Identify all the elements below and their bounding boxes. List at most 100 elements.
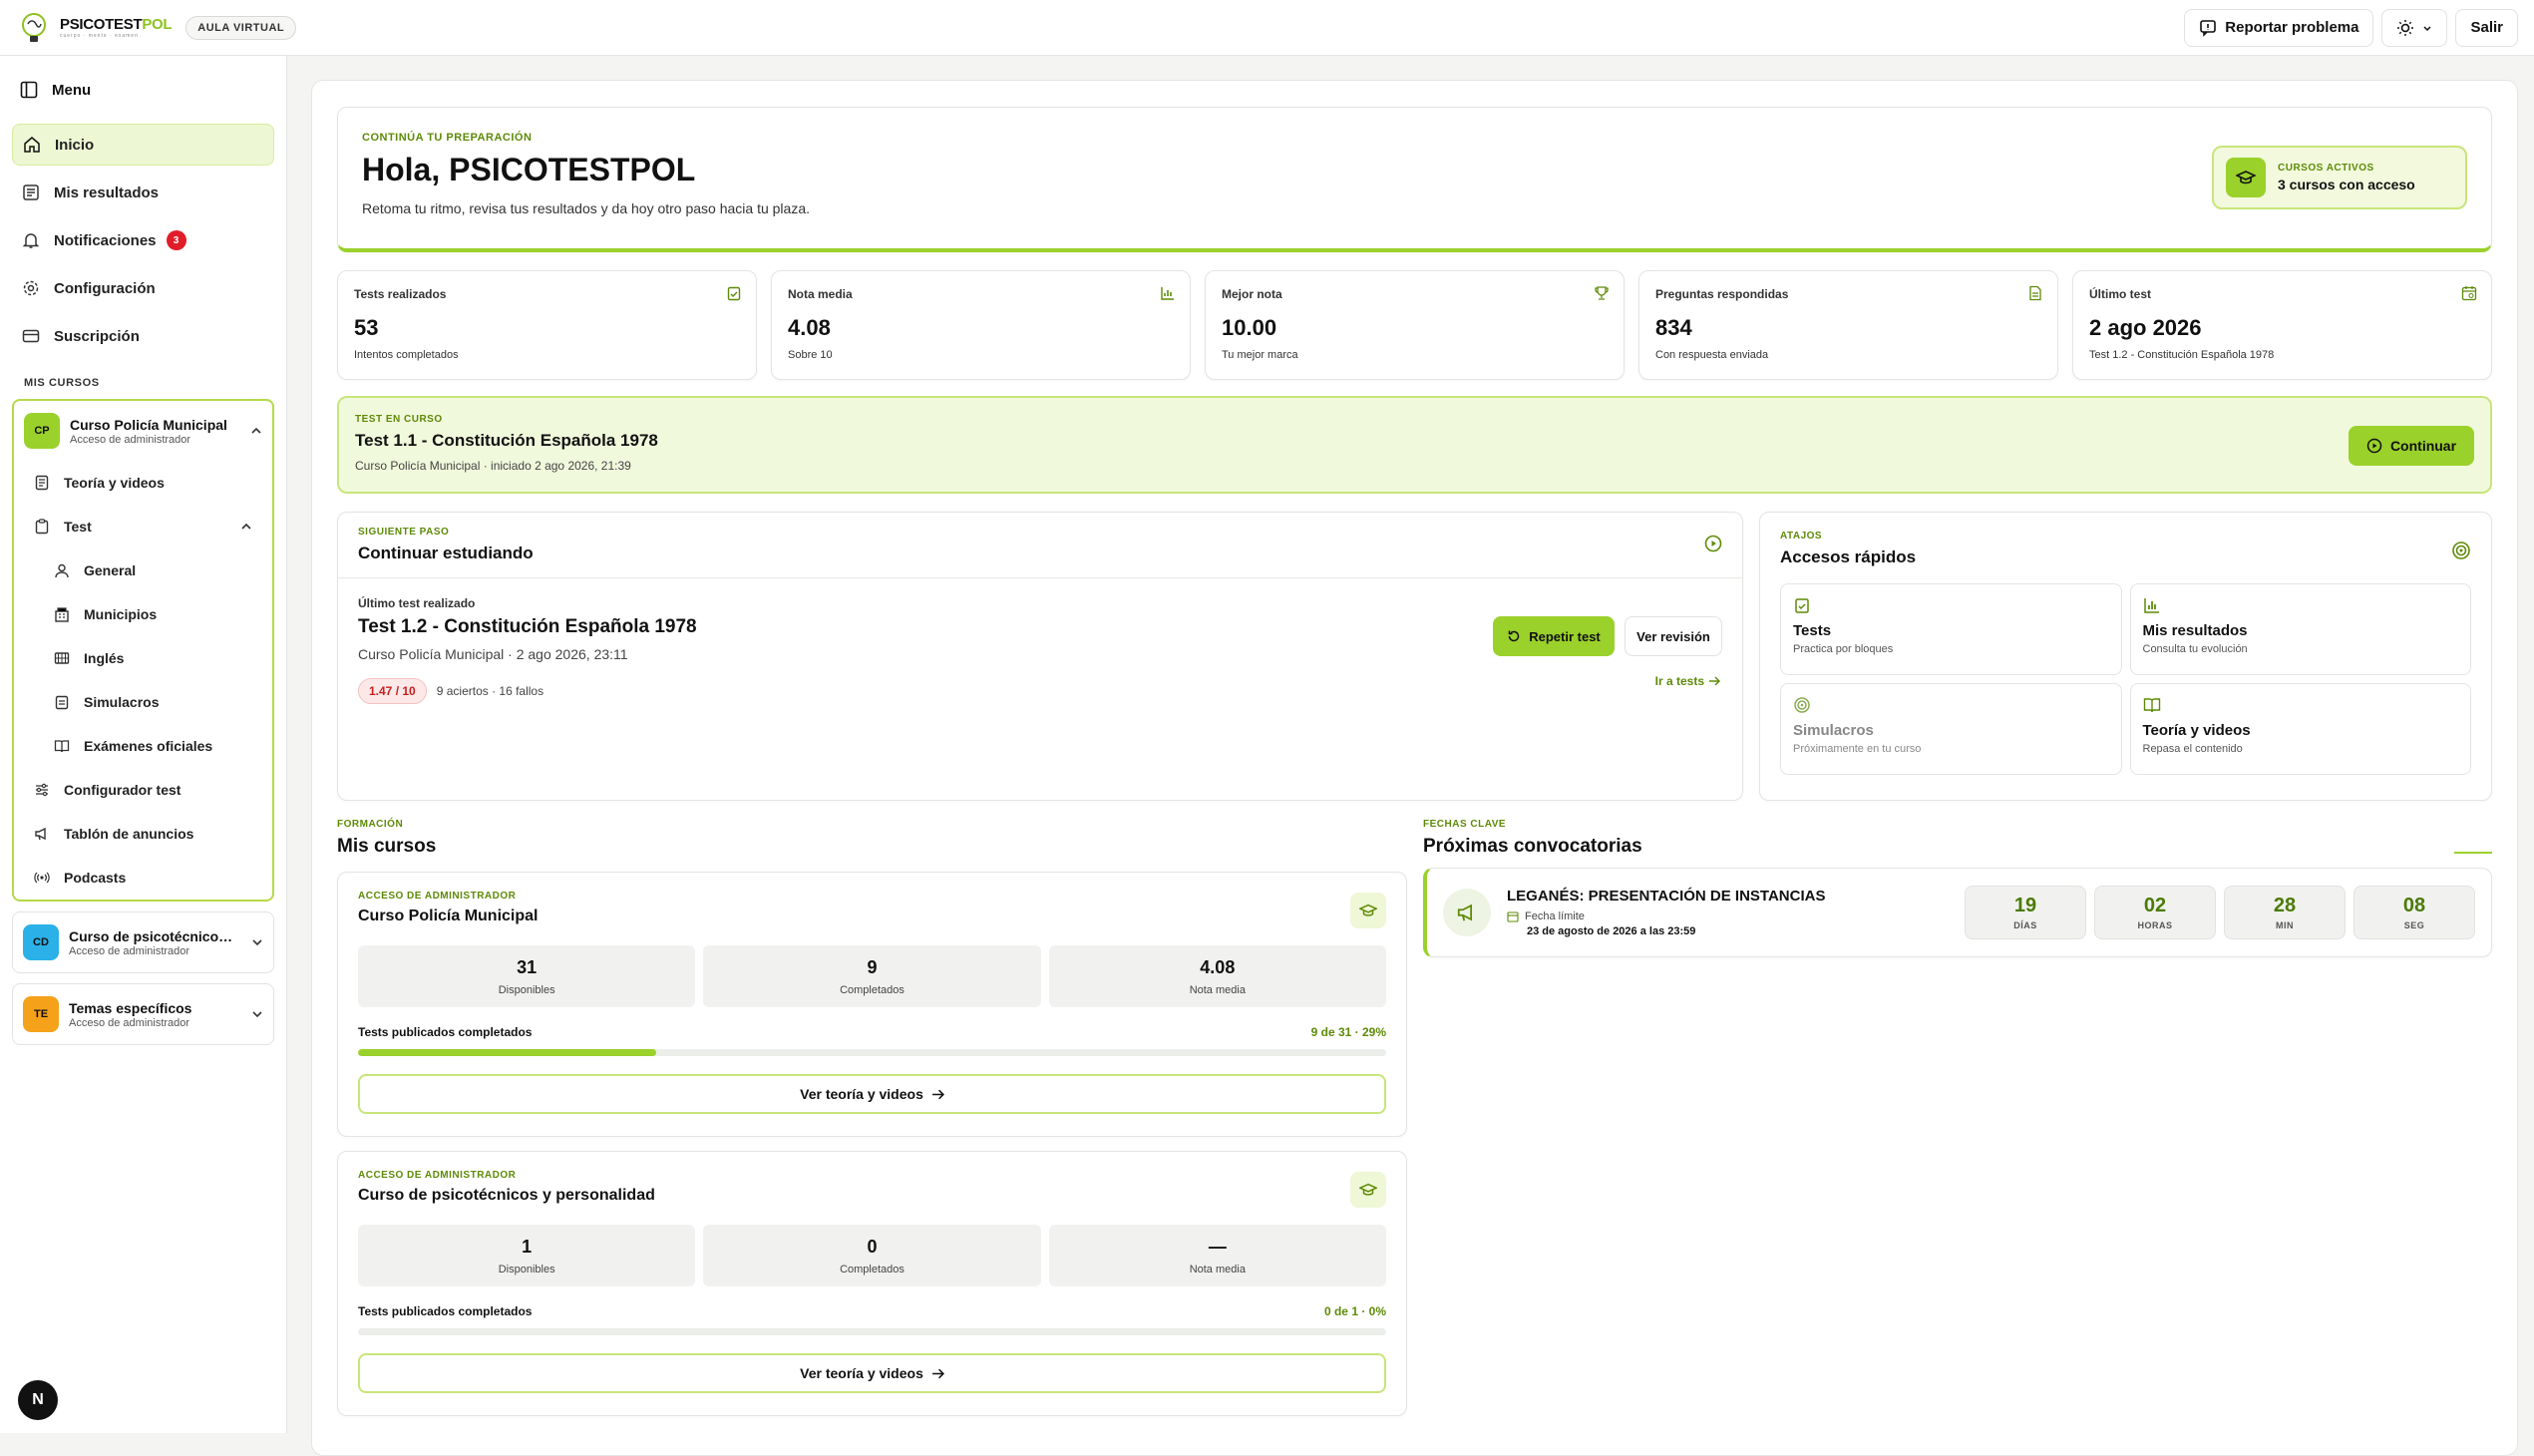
stat-card-questions: Preguntas respondidas 834 Con respuesta … [1638, 270, 2058, 380]
sidebar-item-podcasts[interactable]: Podcasts [14, 856, 272, 900]
sidebar-item-notifications[interactable]: Notificaciones 3 [12, 219, 274, 261]
course-access: Acceso de administrador [69, 944, 190, 957]
open-book-icon [2143, 698, 2160, 713]
course-title: Temas específicos [69, 999, 192, 1016]
sidebar-item-examenes[interactable]: Exámenes oficiales [14, 724, 272, 768]
dev-tools-button[interactable]: N [18, 1380, 58, 1420]
flag-grid-icon [54, 652, 70, 664]
shortcut-results[interactable]: Mis resultados Consulta tu evolución [2129, 583, 2471, 675]
sidebar-item-subscription[interactable]: Suscripción [12, 315, 274, 357]
shortcut-title: Simulacros [1793, 722, 1874, 739]
view-review-button[interactable]: Ver revisión [1625, 616, 1722, 656]
chevron-up-icon [251, 427, 261, 434]
course-card-title: Curso de psicotécnicos y personalidad [358, 1187, 655, 1204]
clipboard-icon [35, 519, 49, 535]
stat-value: 10.00 [1222, 315, 1277, 340]
megaphone-icon [1443, 889, 1491, 936]
sidebar-course-psicotecnicos[interactable]: CD Curso de psicotécnicos y personalidad… [12, 911, 274, 973]
hero-eyebrow: CONTINÚA TU PREPARACIÓN [362, 132, 533, 144]
sidebar-item-config-test[interactable]: Configurador test [14, 768, 272, 812]
sidebar-item-simulacros[interactable]: Simulacros [14, 680, 272, 724]
main-content: CONTINÚA TU PREPARACIÓN Hola, PSICOTESTP… [311, 80, 2518, 1456]
credit-card-icon [22, 329, 40, 343]
stat-card-avg: Nota media 4.08 Sobre 10 [771, 270, 1191, 380]
stats-row: Tests realizados 53 Intentos completados… [337, 270, 2492, 380]
progress-text: 9 de 31 · 29% [1310, 1025, 1386, 1039]
shortcut-title: Mis resultados [2142, 622, 2248, 639]
stat-sub: Tu mejor marca [1222, 349, 1298, 361]
available-stat: 31 Disponibles [358, 945, 696, 1007]
podcast-icon [34, 872, 50, 884]
go-to-tests-label: Ir a tests [1654, 674, 1704, 688]
sidebar-item-municipios[interactable]: Municipios [14, 592, 272, 636]
course-badge: TE [23, 996, 59, 1032]
sidebar-item-results[interactable]: Mis resultados [12, 172, 274, 213]
deadline-label: Fecha límite [1525, 910, 1585, 922]
sun-icon [2397, 19, 2414, 36]
shortcut-theory[interactable]: Teoría y videos Repasa el contenido [2129, 683, 2471, 775]
continue-button[interactable]: Continuar [2349, 426, 2474, 466]
clipboard-check-icon [727, 286, 741, 301]
sidebar: Menu Inicio Mis resultados Notificacione… [0, 56, 287, 1433]
graduation-cap-icon [1350, 1172, 1386, 1208]
shortcut-tests[interactable]: Tests Practica por bloques [1780, 583, 2122, 675]
target-icon [1794, 697, 1810, 713]
sidebar-item-test[interactable]: Test [14, 505, 272, 548]
view-theory-button[interactable]: Ver teoría y videos [358, 1353, 1386, 1393]
sidebar-item-label: Tablón de anuncios [64, 826, 194, 842]
go-to-tests-link[interactable]: Ir a tests [1655, 674, 1720, 688]
in-progress-eyebrow: TEST EN CURSO [355, 414, 443, 425]
sidebar-item-theory[interactable]: Teoría y videos [14, 461, 272, 505]
completed-stat: 0 Completados [703, 1225, 1041, 1286]
shortcuts-eyebrow: ATAJOS [1780, 531, 1823, 542]
progress-fill [358, 1049, 656, 1056]
theme-toggle-button[interactable] [2381, 8, 2448, 47]
logout-button[interactable]: Salir [2455, 8, 2518, 47]
shortcut-title: Teoría y videos [2142, 722, 2251, 739]
result-summary: 9 aciertos · 16 fallos [436, 684, 544, 698]
course-access: Acceso de administrador [70, 433, 191, 446]
in-progress-sub: Curso Policía Municipal · iniciado 2 ago… [355, 459, 631, 473]
bar-chart-icon [1161, 287, 1174, 300]
gear-icon [23, 280, 39, 296]
home-icon [24, 137, 40, 153]
stat-value: 2 ago 2026 [2089, 315, 2202, 340]
sidebar-item-label: Podcasts [64, 870, 127, 886]
my-courses-section: FORMACIÓN Mis cursos ACCESO DE ADMINISTR… [337, 819, 1407, 1416]
target-icon [2452, 542, 2470, 559]
sidebar-toggle[interactable]: Menu [0, 56, 286, 124]
graduation-cap-icon [2226, 158, 2266, 197]
courses-title: Mis cursos [337, 836, 437, 857]
sidebar-course-temas[interactable]: TE Temas específicos Acceso de administr… [12, 983, 274, 1045]
view-theory-button[interactable]: Ver teoría y videos [358, 1074, 1386, 1114]
bell-icon [22, 233, 40, 248]
play-circle-icon [2366, 438, 2382, 454]
shortcuts-card: ATAJOS Accesos rápidos Tests Practica po… [1759, 512, 2492, 801]
course-card-title: Curso Policía Municipal [358, 908, 539, 924]
shortcut-sub: Practica por bloques [1793, 643, 1894, 655]
stat-label: Nota media [788, 287, 853, 301]
report-problem-button[interactable]: Reportar problema [2184, 8, 2374, 47]
clipboard-check-icon [1795, 598, 1809, 613]
chevron-down-icon [252, 1011, 262, 1018]
logo[interactable]: PSICOTESTPOL cuerpo · mente · examen [16, 10, 173, 46]
announcement-item[interactable]: LEGANÉS: PRESENTACIÓN DE INSTANCIAS Fech… [1423, 868, 2492, 957]
sidebar-item-label: Suscripción [54, 327, 140, 345]
sidebar-item-inicio[interactable]: Inicio [12, 124, 274, 166]
chevron-down-icon [2423, 25, 2431, 31]
sidebar-item-label: Mis resultados [54, 183, 160, 201]
view-theory-label: Ver teoría y videos [800, 1086, 923, 1102]
repeat-test-button[interactable]: Repetir test [1493, 616, 1615, 656]
sidebar-item-board[interactable]: Tablón de anuncios [14, 812, 272, 856]
course-header[interactable]: CP Curso Policía Municipal Acceso de adm… [14, 401, 272, 461]
stat-value: 4.08 [788, 315, 831, 340]
sidebar-item-label: Municipios [84, 606, 158, 622]
sidebar-item-general[interactable]: General [14, 548, 272, 592]
in-progress-title: Test 1.1 - Constitución Española 1978 [355, 431, 658, 450]
average-stat: 4.08 Nota media [1048, 945, 1386, 1007]
sidebar-item-ingles[interactable]: Inglés [14, 636, 272, 680]
sidebar-item-settings[interactable]: Configuración [12, 267, 274, 309]
rotate-icon [1508, 630, 1520, 642]
course-access-label: ACCESO DE ADMINISTRADOR [358, 1170, 517, 1181]
course-card: ACCESO DE ADMINISTRADOR Curso Policía Mu… [337, 872, 1407, 1137]
